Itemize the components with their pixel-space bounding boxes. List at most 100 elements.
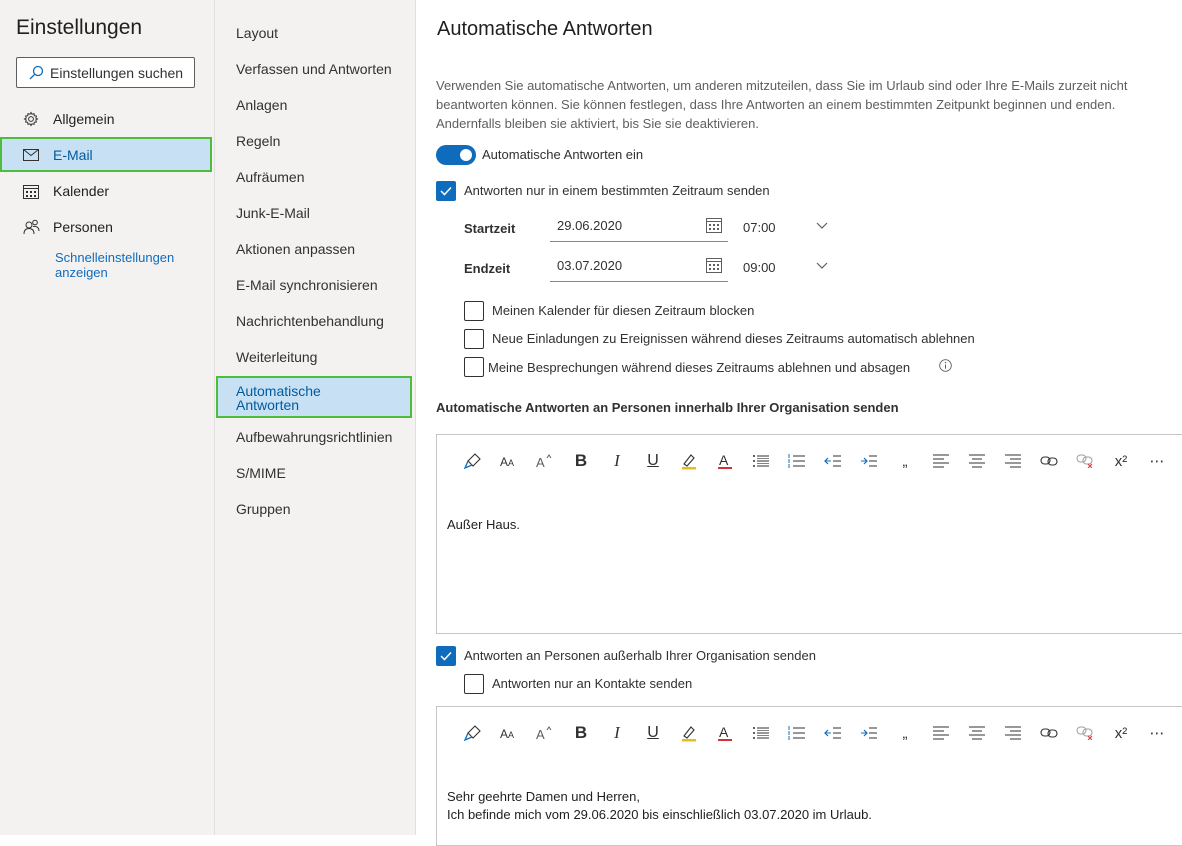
grow-font-icon[interactable]: A bbox=[527, 721, 563, 745]
nav-kalender[interactable]: Kalender bbox=[0, 173, 215, 209]
start-time-dropdown[interactable]: 07:00 bbox=[740, 214, 832, 243]
svg-text:A: A bbox=[536, 727, 545, 741]
align-center-icon[interactable] bbox=[959, 449, 995, 473]
mail-nav-groups[interactable]: Gruppen bbox=[236, 501, 290, 517]
people-icon bbox=[21, 219, 41, 235]
align-center-icon[interactable] bbox=[959, 721, 995, 745]
svg-text:A: A bbox=[719, 724, 729, 740]
nav-label: Kalender bbox=[53, 183, 110, 199]
mail-nav-forwarding[interactable]: Weiterleitung bbox=[236, 349, 317, 365]
bullet-list-icon[interactable] bbox=[743, 721, 779, 745]
inside-org-editor[interactable]: AA A B I U A „ x² ⋯ Außer Haus. bbox=[436, 434, 1182, 634]
mail-nav-rules[interactable]: Regeln bbox=[236, 133, 280, 149]
mail-nav-layout[interactable]: Layout bbox=[236, 25, 278, 41]
align-left-icon[interactable] bbox=[923, 449, 959, 473]
unlink-icon[interactable] bbox=[1067, 449, 1103, 473]
superscript-button[interactable]: x² bbox=[1103, 721, 1139, 745]
toggle-label: Automatische Antworten ein bbox=[482, 147, 644, 162]
info-icon[interactable] bbox=[939, 359, 952, 372]
align-right-icon[interactable] bbox=[995, 449, 1031, 473]
align-right-icon[interactable] bbox=[995, 721, 1031, 745]
quick-settings-link[interactable]: Schnelleinstellungen anzeigen bbox=[55, 250, 205, 280]
gear-icon bbox=[21, 111, 41, 127]
mail-nav-junk[interactable]: Junk-E-Mail bbox=[236, 205, 310, 221]
link-icon[interactable] bbox=[1031, 721, 1067, 745]
outside-org-message[interactable]: Sehr geehrte Damen und Herren, Ich befin… bbox=[447, 788, 872, 824]
mail-nav-handling[interactable]: Nachrichtenbehandlung bbox=[236, 313, 384, 329]
mail-nav-actions[interactable]: Aktionen anpassen bbox=[236, 241, 355, 257]
start-time-value: 07:00 bbox=[743, 220, 776, 235]
checkmark-icon bbox=[440, 651, 452, 661]
decrease-indent-icon[interactable] bbox=[815, 449, 851, 473]
superscript-button[interactable]: x² bbox=[1103, 449, 1139, 473]
mail-nav-attachments[interactable]: Anlagen bbox=[236, 97, 287, 113]
block-calendar-label: Meinen Kalender für diesen Zeitraum bloc… bbox=[492, 303, 755, 318]
format-painter-icon[interactable] bbox=[455, 449, 491, 473]
format-painter-icon[interactable] bbox=[455, 721, 491, 745]
automatic-replies-toggle[interactable] bbox=[436, 145, 476, 165]
time-range-checkbox[interactable] bbox=[436, 181, 456, 201]
numbered-list-icon[interactable] bbox=[779, 449, 815, 473]
font-size-icon[interactable]: AA bbox=[491, 449, 527, 473]
decline-meetings-checkbox[interactable] bbox=[464, 357, 484, 377]
chevron-down-icon bbox=[816, 222, 828, 229]
description-text: Verwenden Sie automatische Antworten, um… bbox=[436, 78, 1128, 131]
font-color-icon[interactable]: A bbox=[707, 721, 743, 745]
align-left-icon[interactable] bbox=[923, 721, 959, 745]
increase-indent-icon[interactable] bbox=[851, 721, 887, 745]
nav-allgemein[interactable]: Allgemein bbox=[0, 101, 215, 137]
mail-nav-compose[interactable]: Verfassen und Antworten bbox=[236, 61, 392, 77]
font-color-icon[interactable]: A bbox=[707, 449, 743, 473]
font-size-icon[interactable]: AA bbox=[491, 721, 527, 745]
link-icon[interactable] bbox=[1031, 449, 1067, 473]
grow-font-icon[interactable]: A bbox=[527, 449, 563, 473]
svg-text:A: A bbox=[508, 730, 514, 740]
search-icon bbox=[29, 65, 44, 79]
end-time-label: Endzeit bbox=[464, 261, 511, 276]
calendar-icon bbox=[706, 218, 722, 233]
end-date-picker[interactable]: 03.07.2020 bbox=[550, 253, 728, 282]
more-options-button[interactable]: ⋯ bbox=[1139, 449, 1175, 473]
quote-button[interactable]: „ bbox=[887, 721, 923, 745]
inside-org-message[interactable]: Außer Haus. bbox=[447, 516, 520, 534]
underline-button[interactable]: U bbox=[635, 449, 671, 473]
numbered-list-icon[interactable] bbox=[779, 721, 815, 745]
svg-text:A: A bbox=[500, 455, 508, 468]
message-line: Ich befinde mich vom 29.06.2020 bis eins… bbox=[447, 807, 872, 822]
mail-nav-smime[interactable]: S/MIME bbox=[236, 465, 286, 481]
decline-meetings-label: Meine Besprechungen während dieses Zeitr… bbox=[488, 360, 911, 375]
mail-nav-retention[interactable]: Aufbewahrungsrichtlinien bbox=[236, 429, 392, 445]
unlink-icon[interactable] bbox=[1067, 721, 1103, 745]
outside-org-checkbox[interactable] bbox=[436, 646, 456, 666]
mail-nav-sweep[interactable]: Aufräumen bbox=[236, 169, 304, 185]
nav-personen[interactable]: Personen bbox=[0, 209, 215, 245]
start-date-picker[interactable]: 29.06.2020 bbox=[550, 213, 728, 242]
outside-org-editor[interactable]: AA A B I U A „ x² ⋯ Sehr geehrte Damen u… bbox=[436, 706, 1182, 846]
start-time-label: Startzeit bbox=[464, 221, 516, 236]
mail-nav-sync[interactable]: E-Mail synchronisieren bbox=[236, 277, 378, 293]
nav-email[interactable]: E-Mail bbox=[0, 137, 212, 172]
bullet-list-icon[interactable] bbox=[743, 449, 779, 473]
end-date-value: 03.07.2020 bbox=[557, 258, 623, 273]
bold-button[interactable]: B bbox=[563, 449, 599, 473]
mail-nav-automatic-replies[interactable]: Automatische Antworten bbox=[216, 376, 412, 418]
underline-button[interactable]: U bbox=[635, 721, 671, 745]
nav-label: E-Mail bbox=[53, 146, 93, 163]
block-calendar-checkbox[interactable] bbox=[464, 301, 484, 321]
contacts-only-checkbox[interactable] bbox=[464, 674, 484, 694]
italic-button[interactable]: I bbox=[599, 721, 635, 745]
checkmark-icon bbox=[440, 186, 452, 196]
quote-button[interactable]: „ bbox=[887, 449, 923, 473]
settings-search-input[interactable]: Einstellungen suchen bbox=[16, 57, 195, 88]
decline-invites-checkbox[interactable] bbox=[464, 329, 484, 349]
end-time-dropdown[interactable]: 09:00 bbox=[740, 254, 832, 283]
more-options-button[interactable]: ⋯ bbox=[1139, 721, 1175, 745]
italic-button[interactable]: I bbox=[599, 449, 635, 473]
increase-indent-icon[interactable] bbox=[851, 449, 887, 473]
bold-button[interactable]: B bbox=[563, 721, 599, 745]
search-placeholder: Einstellungen suchen bbox=[50, 64, 184, 81]
settings-title: Einstellungen bbox=[16, 16, 143, 39]
decrease-indent-icon[interactable] bbox=[815, 721, 851, 745]
highlight-icon[interactable] bbox=[671, 449, 707, 473]
highlight-icon[interactable] bbox=[671, 721, 707, 745]
